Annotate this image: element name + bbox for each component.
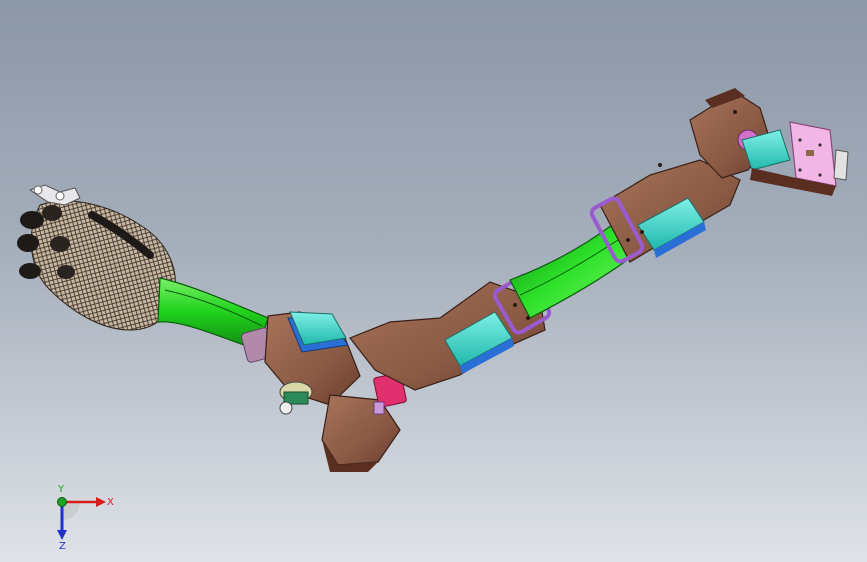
robot-arm-model[interactable] [0,0,867,562]
thumb-mechanism-icon [28,184,81,206]
upper-arm-link[interactable] [509,224,631,319]
rotary-encoder-icon [279,381,313,415]
triad-axes-icon: X Y Z [57,484,114,552]
axis-label-x: X [107,497,114,508]
axis-label-y: Y [57,484,65,495]
glove-mesh-icon [17,200,176,331]
axis-label-z: Z [59,541,66,550]
cad-viewport[interactable]: X Y Z [0,0,867,562]
coordinate-triad: X Y Z [40,480,120,552]
green-link-icon [509,224,631,319]
forearm-link[interactable] [157,277,276,363]
hand-assembly[interactable] [17,184,176,331]
